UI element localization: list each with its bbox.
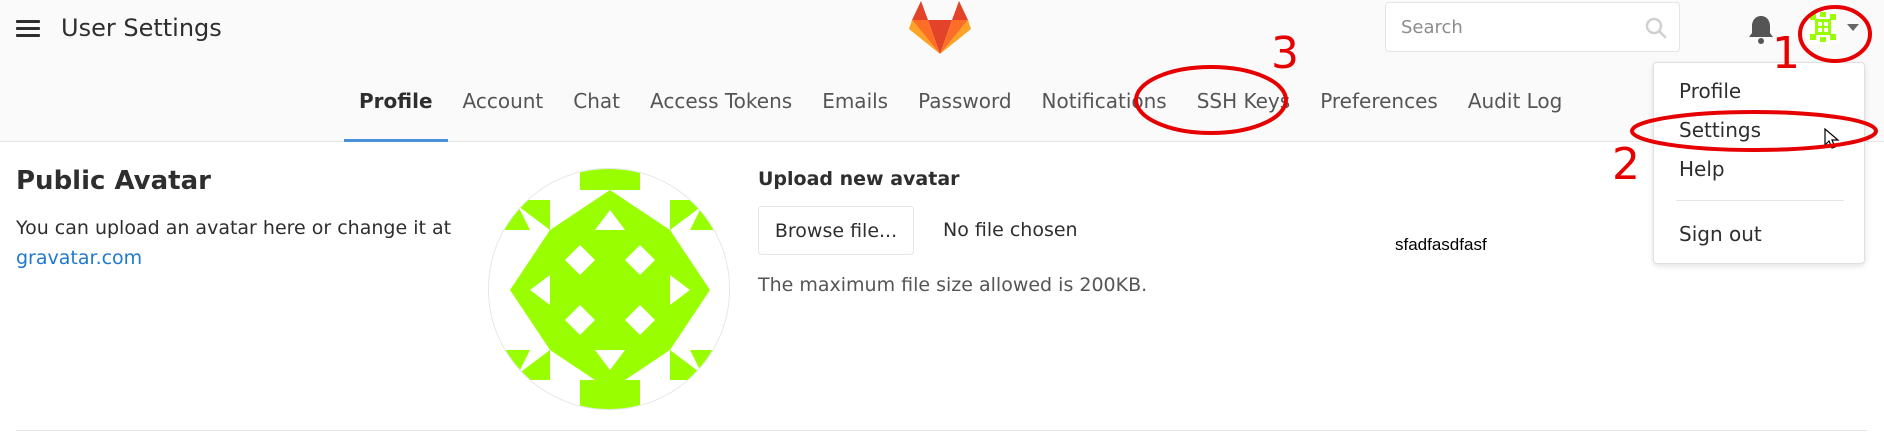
dropdown-separator (1676, 200, 1844, 201)
bell-icon[interactable] (1747, 14, 1775, 44)
mouse-cursor-icon (1824, 128, 1840, 149)
file-size-help: The maximum file size allowed is 200KB. (758, 274, 1148, 296)
top-header: User Settings Search Profile Account Cha… (0, 0, 1884, 142)
page-title: User Settings (61, 14, 222, 42)
annotation-number-1: 1 (1772, 28, 1800, 79)
tab-emails[interactable]: Emails (807, 84, 903, 142)
section-divider (16, 430, 1867, 431)
user-avatar-button[interactable] (1806, 10, 1840, 44)
description-text: You can upload an avatar here or change … (16, 217, 452, 239)
browse-file-button[interactable]: Browse file... (758, 206, 914, 255)
identicon-large-icon (489, 169, 729, 409)
tab-audit-log[interactable]: Audit Log (1453, 84, 1578, 142)
user-dropdown-menu: Profile Settings Help Sign out (1653, 62, 1865, 264)
tab-access-tokens[interactable]: Access Tokens (635, 84, 807, 142)
gitlab-logo-icon[interactable] (909, 0, 971, 56)
tab-account[interactable]: Account (448, 84, 559, 142)
public-avatar-heading: Public Avatar (16, 166, 211, 196)
dropdown-item-sign-out[interactable]: Sign out (1654, 217, 1864, 251)
tab-preferences[interactable]: Preferences (1305, 84, 1453, 142)
tab-notifications[interactable]: Notifications (1027, 84, 1182, 142)
settings-tabs: Profile Account Chat Access Tokens Email… (344, 84, 1577, 142)
annotation-number-2: 2 (1612, 139, 1640, 190)
stray-text: sfadfasdfasf (1395, 235, 1487, 254)
avatar-identicon-icon (1806, 10, 1840, 44)
file-status-text: No file chosen (943, 219, 1078, 241)
gravatar-link[interactable]: gravatar.com (16, 247, 142, 269)
dropdown-item-profile[interactable]: Profile (1654, 74, 1864, 108)
annotation-number-3: 3 (1271, 28, 1299, 79)
caret-down-icon[interactable] (1847, 24, 1859, 31)
search-input[interactable] (1387, 4, 1632, 50)
search-box[interactable] (1385, 2, 1680, 52)
hamburger-menu-icon[interactable] (16, 17, 40, 41)
tab-ssh-keys[interactable]: SSH Keys (1182, 84, 1305, 142)
avatar-preview (488, 168, 730, 410)
tab-profile[interactable]: Profile (344, 84, 448, 142)
dropdown-item-help[interactable]: Help (1654, 152, 1864, 186)
tab-password[interactable]: Password (903, 84, 1026, 142)
upload-avatar-label: Upload new avatar (758, 168, 960, 190)
tab-chat[interactable]: Chat (558, 84, 635, 142)
public-avatar-description: You can upload an avatar here or change … (16, 213, 466, 273)
search-icon[interactable] (1645, 17, 1667, 39)
